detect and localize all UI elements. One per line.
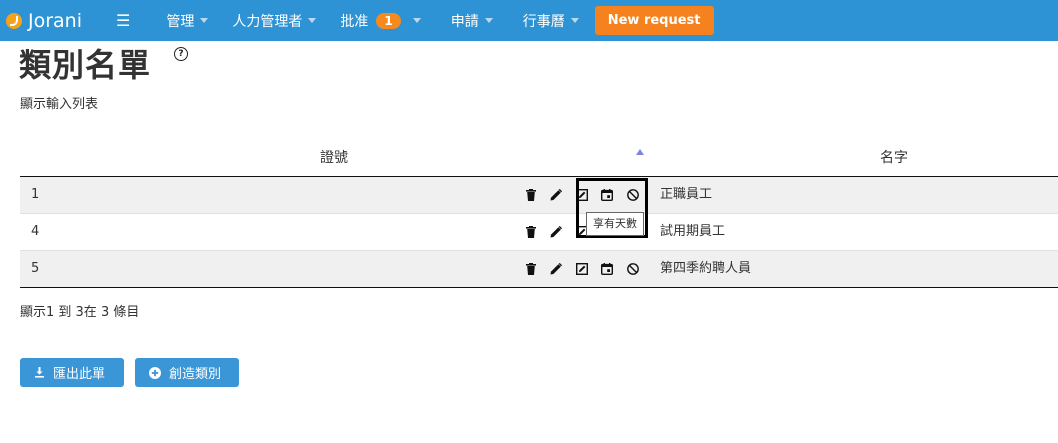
caret-down-icon (484, 18, 493, 23)
nav-item-label: 批准 (340, 13, 369, 30)
nav-item-label: 行事曆 (522, 13, 565, 30)
nav-item-label: 申請 (450, 13, 479, 30)
download-icon (34, 367, 45, 378)
edit-icon[interactable] (549, 188, 563, 202)
page-title: 類別名單 (19, 46, 152, 84)
delete-icon[interactable] (524, 188, 538, 202)
top-navbar: Jorani ☰ 管理 人力管理者 批准 1 申請 行事曆 New reques… (0, 0, 1058, 41)
disable-icon[interactable] (626, 262, 640, 276)
row-actions (520, 251, 650, 287)
hamburger-menu-icon[interactable]: ☰ (116, 11, 130, 30)
table-row: 4 試用期員工 (20, 214, 1058, 251)
sort-ascending-icon[interactable] (636, 149, 644, 155)
delete-icon[interactable] (524, 225, 538, 239)
brand-name: Jorani (28, 9, 83, 32)
table-info: 顯示1 到 3在 3 條目 (20, 305, 140, 320)
nav-item-approval[interactable]: 批准 1 (340, 0, 421, 41)
help-icon[interactable]: ? (174, 47, 188, 61)
nav-item-admin[interactable]: 管理 (166, 0, 209, 41)
column-header-id[interactable]: 證號 (320, 147, 348, 167)
tooltip: 享有天數 (586, 212, 644, 236)
page-subtitle: 顯示輸入列表 (20, 97, 99, 112)
category-table: 證號 名字 1 正職員工 4 試用期員工 5 第四季約聘人員 (20, 140, 1058, 288)
approval-count-badge: 1 (376, 12, 401, 29)
caret-down-icon (308, 18, 317, 23)
new-request-button[interactable]: New request (594, 6, 714, 35)
nav-item-calendar[interactable]: 行事曆 (523, 0, 579, 41)
caret-down-icon (200, 18, 209, 23)
nav-item-label: 管理 (166, 13, 195, 30)
create-button-label: 創造類別 (169, 367, 222, 382)
column-header-name[interactable]: 名字 (880, 147, 908, 167)
export-button[interactable]: 匯出此單 (20, 358, 124, 387)
delete-icon[interactable] (524, 262, 538, 276)
nav-item-requests[interactable]: 申請 (451, 0, 493, 41)
jorani-logo-icon (6, 12, 22, 29)
plus-circle-icon (149, 366, 161, 379)
export-button-label: 匯出此單 (53, 367, 106, 382)
calendar-icon[interactable] (600, 262, 614, 276)
table-row: 1 正職員工 (20, 177, 1058, 214)
create-category-button[interactable]: 創造類別 (135, 358, 239, 387)
edit-icon[interactable] (549, 225, 563, 239)
table-row: 5 第四季約聘人員 (20, 251, 1058, 288)
caret-down-icon (412, 18, 421, 23)
brand[interactable]: Jorani (6, 0, 82, 41)
nav-item-label: 人力管理者 (232, 13, 303, 30)
table-header: 證號 名字 (20, 140, 1058, 177)
edit-icon[interactable] (549, 262, 563, 276)
caret-down-icon (570, 18, 579, 23)
cell-name: 試用期員工 (660, 224, 726, 239)
edit-square-icon[interactable] (575, 262, 589, 276)
nav-item-hr[interactable]: 人力管理者 (232, 0, 317, 41)
cell-name: 第四季約聘人員 (650, 251, 1058, 287)
cell-name: 正職員工 (650, 177, 1058, 213)
